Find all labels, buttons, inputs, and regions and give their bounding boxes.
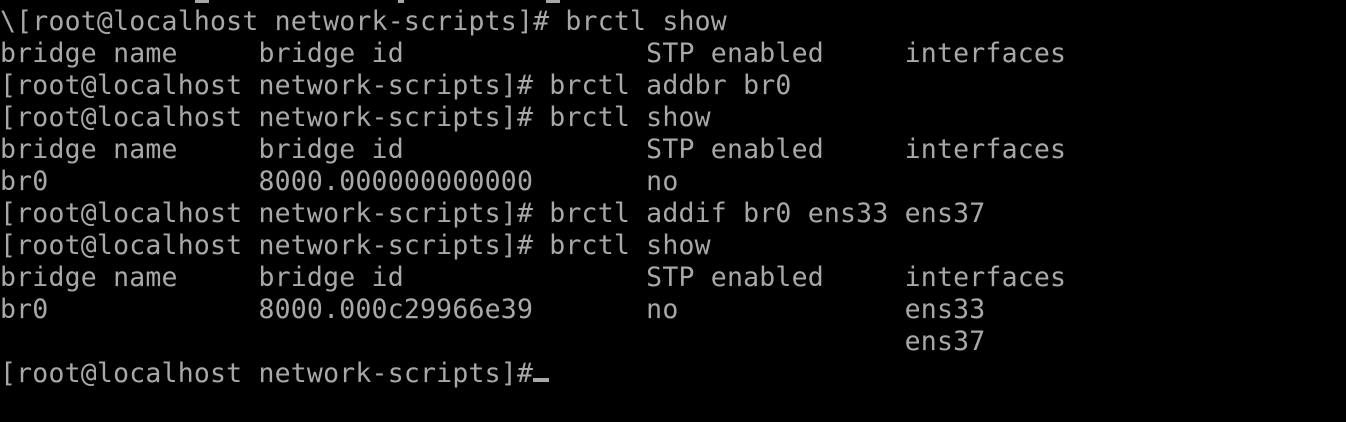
terminal-cursor [533,378,550,382]
terminal-line-command: [root@localhost network-scripts]# brctl … [0,198,986,229]
terminal-line-command: [root@localhost network-scripts]# brctl … [0,70,792,101]
scrolled-text-remnant [546,0,560,3]
terminal-line-output: bridge name bridge id STP enabled interf… [0,262,1067,293]
terminal-line-output: ens37 [0,326,986,357]
scrolled-text-remnant [398,0,404,3]
terminal-line-command: [root@localhost network-scripts]# brctl … [0,102,711,133]
terminal-line-command: [root@localhost network-scripts]# brctl … [0,230,711,261]
terminal-line-command: \[root@localhost network-scripts]# brctl… [0,6,727,37]
scrolled-text-remnant [195,0,209,3]
terminal-prompt: [root@localhost network-scripts]# [0,358,534,389]
terminal-window[interactable]: \[root@localhost network-scripts]# brctl… [0,0,1346,422]
terminal-line-output: br0 8000.000c29966e39 no ens33 [0,294,986,325]
terminal-line-output: br0 8000.000000000000 no [0,166,679,197]
terminal-prompt-line[interactable]: [root@localhost network-scripts]# [0,358,1346,390]
terminal-line-output: bridge name bridge id STP enabled interf… [0,134,1067,165]
terminal-line-output: bridge name bridge id STP enabled interf… [0,38,1067,69]
